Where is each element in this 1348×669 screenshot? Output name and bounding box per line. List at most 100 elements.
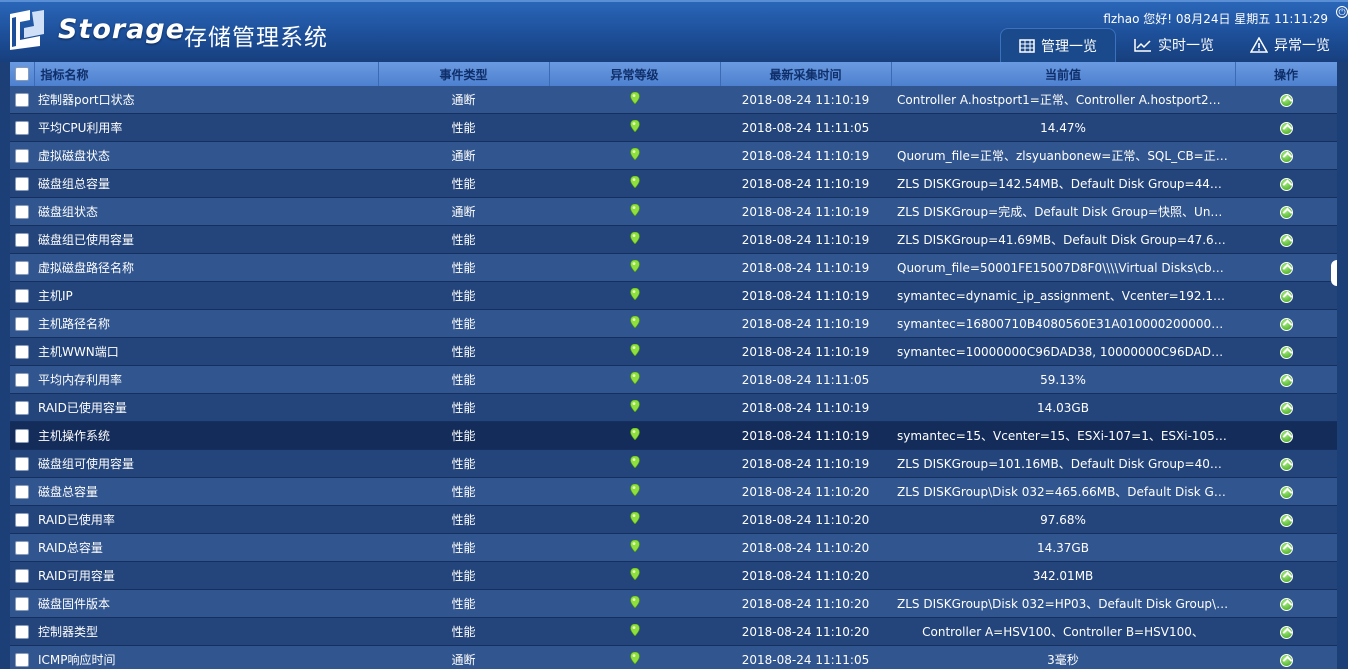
row-checkbox[interactable] [10,561,34,590]
event-type: 通断 [378,86,549,114]
row-checkbox[interactable] [10,281,34,310]
green-up-arrow-icon[interactable] [1279,345,1293,359]
column-header-level[interactable]: 异常等级 [549,62,721,86]
row-checkbox[interactable] [10,589,34,618]
indicator-name: 平均内存利用率 [34,365,378,394]
table-row[interactable]: 磁盘总容量 性能 2018-08-24 11:10:20 ZLS DISKGroup\… [10,477,1337,506]
collect-time: 2018-08-24 11:10:19 [720,141,891,170]
row-checkbox[interactable] [10,86,34,114]
event-type: 性能 [378,421,549,450]
table-row[interactable]: RAID已使用率 性能 2018-08-24 11:10:20 97.68% [10,505,1337,534]
event-type: 性能 [378,449,549,478]
table-row[interactable]: 磁盘组可使用容量 性能 2018-08-24 11:10:19 ZLS DISKGro… [10,449,1337,478]
tab-management-overview[interactable]: 管理一览 [1000,28,1116,62]
table-row[interactable]: 虚拟磁盘状态 通断 2018-08-24 11:10:19 Quorum_file=正… [10,141,1337,170]
row-checkbox[interactable] [10,505,34,534]
collect-time: 2018-08-24 11:10:19 [720,197,891,226]
table-row[interactable]: RAID可用容量 性能 2018-08-24 11:10:20 342.01MB [10,561,1337,590]
table-row[interactable]: 平均内存利用率 性能 2018-08-24 11:11:05 59.13% [10,365,1337,394]
event-type: 性能 [378,281,549,310]
table-row[interactable]: 磁盘组总容量 性能 2018-08-24 11:10:19 ZLS DISKGroup… [10,169,1337,198]
action-cell [1235,645,1337,669]
collect-time: 2018-08-24 11:10:19 [720,253,891,282]
column-header-action[interactable]: 操作 [1235,62,1337,86]
green-up-arrow-icon[interactable] [1279,485,1293,499]
row-checkbox[interactable] [10,169,34,198]
row-checkbox[interactable] [10,449,34,478]
table-row[interactable]: 磁盘固件版本 性能 2018-08-24 11:10:20 ZLS DISKGroup… [10,589,1337,618]
scrollbar-thumb[interactable] [1331,260,1337,286]
green-up-arrow-icon[interactable] [1279,429,1293,443]
table-row[interactable]: 主机IP 性能 2018-08-24 11:10:19 symantec=dynami… [10,281,1337,310]
row-checkbox[interactable] [10,141,34,170]
power-icon[interactable]: ⏻ [1336,6,1348,18]
green-up-arrow-icon[interactable] [1279,513,1293,527]
row-checkbox[interactable] [10,645,34,669]
green-pin-icon [629,287,640,303]
select-all-checkbox[interactable] [10,62,35,86]
tab-exception-overview[interactable]: 异常一览 [1232,28,1348,62]
green-up-arrow-icon[interactable] [1279,261,1293,275]
green-up-arrow-icon[interactable] [1279,205,1293,219]
row-checkbox[interactable] [10,197,34,226]
table-icon [1019,38,1035,53]
column-header-name[interactable]: 指标名称 [34,62,379,86]
table-row[interactable]: 主机路径名称 性能 2018-08-24 11:10:19 symantec=1680… [10,309,1337,338]
table-row[interactable]: 控制器port口状态 通断 2018-08-24 11:10:19 Controlle… [10,86,1337,114]
green-up-arrow-icon[interactable] [1279,625,1293,639]
green-up-arrow-icon[interactable] [1279,93,1293,107]
level-cell [549,505,720,534]
green-up-arrow-icon[interactable] [1279,597,1293,611]
green-up-arrow-icon[interactable] [1279,457,1293,471]
level-cell [549,421,720,450]
table-row[interactable]: 虚拟磁盘路径名称 性能 2018-08-24 11:10:19 Quorum_file… [10,253,1337,282]
current-value: 3毫秒 [891,645,1235,669]
row-checkbox[interactable] [10,533,34,562]
row-checkbox[interactable] [10,309,34,338]
row-checkbox[interactable] [10,477,34,506]
green-up-arrow-icon[interactable] [1279,289,1293,303]
row-checkbox[interactable] [10,113,34,142]
row-checkbox[interactable] [10,617,34,646]
green-up-arrow-icon[interactable] [1279,233,1293,247]
level-cell [549,141,720,170]
green-up-arrow-icon[interactable] [1279,541,1293,555]
level-cell [549,197,720,226]
table-row[interactable]: 磁盘组已使用容量 性能 2018-08-24 11:10:19 ZLS DISKGro… [10,225,1337,254]
green-up-arrow-icon[interactable] [1279,317,1293,331]
action-cell [1235,421,1337,450]
row-checkbox[interactable] [10,393,34,422]
warning-icon [1250,37,1268,53]
table-row[interactable]: 磁盘组状态 通断 2018-08-24 11:10:19 ZLS DISKGroup=… [10,197,1337,226]
table-row[interactable]: 控制器类型 性能 2018-08-24 11:10:20 Controller A=H… [10,617,1337,646]
collect-time: 2018-08-24 11:11:05 [720,365,891,394]
green-up-arrow-icon[interactable] [1279,149,1293,163]
indicator-name: 主机WWN端口 [34,337,378,366]
row-checkbox[interactable] [10,225,34,254]
indicator-table-container[interactable]: 指标名称 事件类型 异常等级 最新采集时间 当前值 操作 控制器port口状态通… [10,62,1337,669]
table-row[interactable]: 平均CPU利用率 性能 2018-08-24 11:11:05 14.47% [10,113,1337,142]
column-header-event-type[interactable]: 事件类型 [378,62,550,86]
collect-time: 2018-08-24 11:10:20 [720,589,891,618]
current-value: ZLS DISKGroup\Disk 032=465.66MB、Default … [891,477,1235,506]
table-header-row: 指标名称 事件类型 异常等级 最新采集时间 当前值 操作 [10,62,1337,86]
table-row[interactable]: 主机操作系统 性能 2018-08-24 11:10:19 symantec=15、V… [10,421,1337,450]
green-up-arrow-icon[interactable] [1279,121,1293,135]
tab-realtime-overview[interactable]: 实时一览 [1116,28,1232,62]
row-checkbox[interactable] [10,365,34,394]
table-row[interactable]: 主机WWN端口 性能 2018-08-24 11:10:19 symantec=100… [10,337,1337,366]
green-pin-icon [629,595,640,611]
row-checkbox[interactable] [10,337,34,366]
green-up-arrow-icon[interactable] [1279,401,1293,415]
column-header-value[interactable]: 当前值 [891,62,1236,86]
green-up-arrow-icon[interactable] [1279,373,1293,387]
green-up-arrow-icon[interactable] [1279,653,1293,667]
table-row[interactable]: RAID已使用容量 性能 2018-08-24 11:10:19 14.03GB [10,393,1337,422]
column-header-time[interactable]: 最新采集时间 [720,62,892,86]
table-row[interactable]: RAID总容量 性能 2018-08-24 11:10:20 14.37GB [10,533,1337,562]
row-checkbox[interactable] [10,253,34,282]
green-up-arrow-icon[interactable] [1279,569,1293,583]
green-up-arrow-icon[interactable] [1279,177,1293,191]
row-checkbox[interactable] [10,421,34,450]
table-row[interactable]: ICMP响应时间 通断 2018-08-24 11:11:05 3毫秒 [10,645,1337,669]
